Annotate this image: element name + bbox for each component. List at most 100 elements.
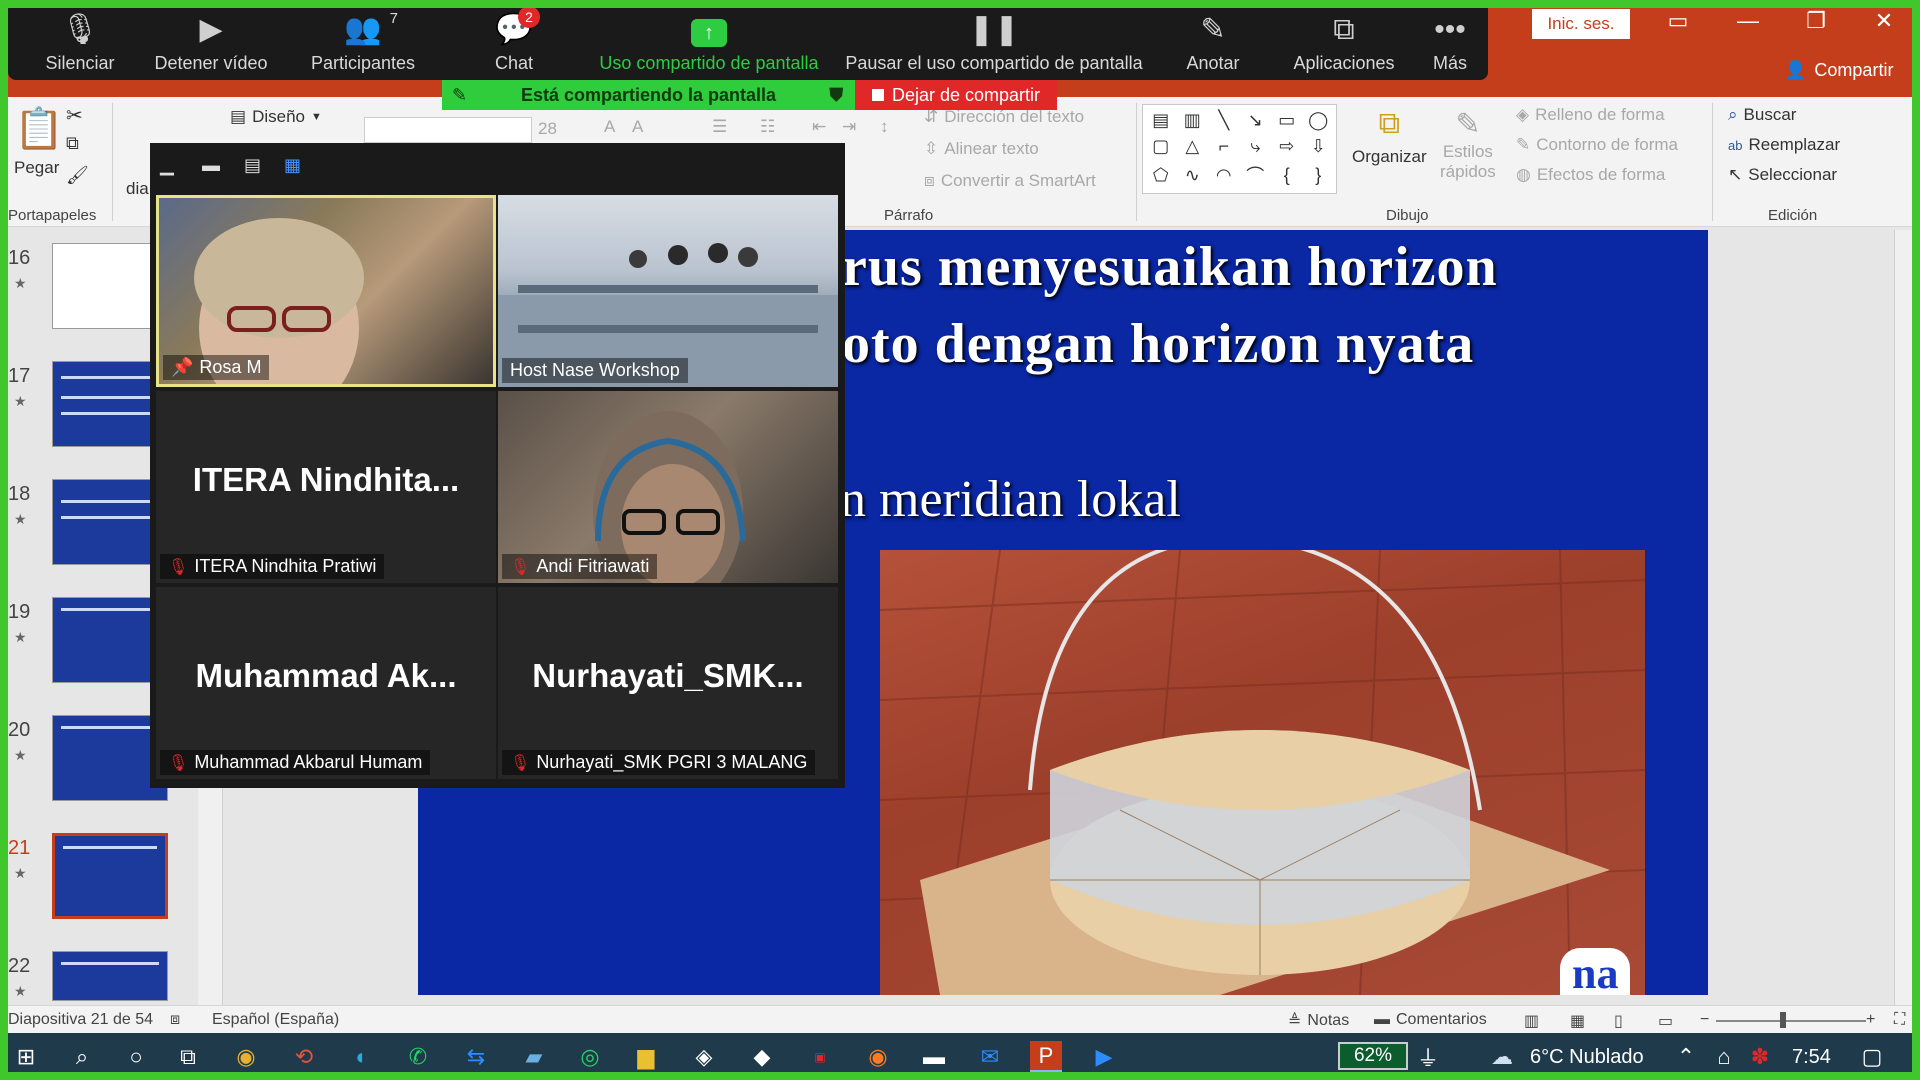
firefox-icon[interactable]: ◉ (862, 1041, 894, 1073)
down-arrow-icon[interactable]: ⇩ (1304, 134, 1334, 158)
app-icon-2[interactable]: ◈ (688, 1041, 720, 1073)
shape-effects-dropdown[interactable]: ◍ Efectos de forma (1516, 165, 1665, 185)
select-button[interactable]: ↖ Seleccionar (1728, 165, 1837, 185)
rounded-rect-icon[interactable]: ▢ (1146, 134, 1176, 158)
camera-icon[interactable]: ⌂ (1708, 1041, 1740, 1073)
ribbon-display-icon[interactable]: ▭ (1658, 8, 1698, 34)
clock[interactable]: 7:54 (1792, 1046, 1831, 1069)
gallery-view-icon[interactable]: ▦ (284, 155, 308, 175)
arc-icon[interactable]: ◠ (1209, 161, 1239, 190)
triangle-icon[interactable]: △ (1178, 134, 1208, 158)
textbox-icon[interactable]: ▤ (1146, 108, 1176, 132)
format-painter-icon[interactable]: 🖌 (66, 165, 89, 186)
pdf-converter-icon[interactable]: ▣ (804, 1041, 836, 1073)
speaker-view-icon[interactable]: ▤ (244, 155, 268, 175)
vertical-textbox-icon[interactable]: ▥ (1178, 108, 1208, 132)
teamviewer-icon[interactable]: ⇆ (460, 1041, 492, 1073)
shapes-gallery[interactable]: ▤ ▥ ╲ ↘ ▭ ◯ ▢ △ ⌐ ⤷ ⇨ ⇩ ⬠ ∿ ◠ ⌒ { } (1142, 104, 1337, 194)
pause-share-button[interactable]: ❚❚ Pausar el uso compartido de pantalla (834, 0, 1154, 80)
video-tile[interactable]: Nurhayati_SMK... 🎙 Nurhayati_SMK PGRI 3 … (498, 587, 838, 779)
whatsapp-icon[interactable]: ✆ (402, 1041, 434, 1073)
sign-in-button[interactable]: Inic. ses. (1532, 9, 1630, 39)
copy-icon[interactable]: ⧉ (66, 133, 79, 154)
weather-text[interactable]: 6°C Nublado (1530, 1046, 1644, 1069)
spell-check-icon[interactable]: ⧈ (170, 1011, 180, 1029)
minimize-icon[interactable]: — (1728, 8, 1768, 34)
bullets-icon[interactable]: ☰ (712, 117, 727, 137)
outlook-icon[interactable]: ✉ (974, 1041, 1006, 1073)
right-arrow-icon[interactable]: ⇨ (1272, 134, 1302, 158)
cortana-icon[interactable]: ○ (120, 1041, 152, 1073)
convert-smartart-dropdown[interactable]: ⧈ Convertir a SmartArt (924, 171, 1096, 191)
app-icon[interactable]: ⟲ (288, 1041, 320, 1073)
powerpoint-icon[interactable]: P (1030, 1041, 1062, 1073)
zoom-slider-thumb[interactable] (1780, 1012, 1786, 1028)
app-icon-4[interactable]: ▬ (918, 1041, 950, 1073)
decrease-indent-icon[interactable]: ⇤ (812, 117, 826, 137)
align-text-dropdown[interactable]: ⇳ Alinear texto (924, 139, 1039, 159)
normal-view-icon[interactable]: ▥ (1524, 1011, 1539, 1031)
grow-font-icon[interactable]: A (604, 117, 615, 137)
video-tile[interactable]: Host Nase Workshop (498, 195, 838, 387)
restore-icon[interactable]: ❐ (1796, 8, 1836, 34)
share-screen-button[interactable]: ↑ Uso compartido de pantalla (586, 0, 832, 80)
app-icon-3[interactable]: ◆ (746, 1041, 778, 1073)
stop-video-button[interactable]: ▶ Detener vídeo (144, 0, 278, 80)
shrink-font-icon[interactable]: A (632, 117, 643, 137)
comments-button[interactable]: ▬ Comentarios (1374, 1011, 1487, 1029)
find-button[interactable]: ⌕ Buscar (1728, 105, 1796, 125)
fit-slide-icon[interactable]: ⛶ (1894, 1011, 1905, 1029)
mute-button[interactable]: 🎙 Silenciar (34, 0, 126, 80)
annotate-button[interactable]: ✎ Anotar (1178, 0, 1248, 80)
edge-icon[interactable]: ◐ (346, 1041, 378, 1073)
arrow-line-icon[interactable]: ↘ (1241, 108, 1271, 132)
participants-button[interactable]: 👥 7 Participantes (298, 0, 428, 80)
font-name-input[interactable] (364, 117, 532, 143)
chat-button[interactable]: 💬 2 Chat (484, 0, 544, 80)
chrome-icon[interactable]: ◉ (230, 1041, 262, 1073)
battery-indicator[interactable]: 62% (1338, 1042, 1408, 1070)
font-size-input[interactable]: 28 (538, 119, 557, 139)
cut-icon[interactable]: ✂ (66, 103, 83, 128)
design-dropdown[interactable]: ▤ Diseño ▼ (230, 107, 322, 127)
curve-icon[interactable]: ⌒ (1241, 161, 1271, 190)
oval-icon[interactable]: ◯ (1304, 108, 1334, 132)
elbow-icon[interactable]: ⤷ (1241, 134, 1271, 158)
single-video-icon[interactable]: ▬ (202, 155, 226, 175)
text-direction-dropdown[interactable]: ⇵ Dirección del texto (924, 107, 1084, 127)
video-tile[interactable]: Muhammad Ak... 🎙 Muhammad Akbarul Humam (156, 587, 496, 779)
rectangle-icon[interactable]: ▭ (1272, 108, 1302, 132)
scribble-icon[interactable]: ∿ (1178, 161, 1208, 190)
slide-sorter-icon[interactable]: ▦ (1570, 1011, 1585, 1031)
file-explorer-icon[interactable]: ▆ (630, 1041, 662, 1073)
numbering-icon[interactable]: ☷ (760, 117, 775, 137)
paste-button[interactable]: 📋 Pegar (14, 105, 64, 178)
line-spacing-icon[interactable]: ↕ (880, 117, 889, 137)
left-brace-icon[interactable]: { (1272, 161, 1302, 190)
slideshow-icon[interactable]: ▭ (1658, 1011, 1673, 1031)
notification-app-icon[interactable]: ✽ (1744, 1041, 1776, 1073)
freeform-icon[interactable]: ⬠ (1146, 161, 1176, 190)
zoom-out-icon[interactable]: − (1700, 1011, 1709, 1029)
video-tile[interactable]: 🎙 Andi Fitriawati (498, 391, 838, 583)
quick-styles-button[interactable]: ✎ Estilos rápidos (1440, 107, 1496, 182)
increase-indent-icon[interactable]: ⇥ (842, 117, 856, 137)
slide-thumbnail-selected[interactable]: 21 ★ (8, 833, 223, 933)
stop-sharing-button[interactable]: Dejar de compartir (855, 80, 1057, 110)
task-view-icon[interactable]: ⧉ (172, 1041, 204, 1073)
video-tile[interactable]: 📌 Rosa M (156, 195, 496, 387)
shape-fill-dropdown[interactable]: ◈ Relleno de forma (1516, 105, 1665, 125)
zoom-icon[interactable]: ▶ (1088, 1041, 1120, 1073)
more-button[interactable]: ••• Más (1428, 0, 1472, 80)
action-center-icon[interactable]: ▢ (1856, 1041, 1888, 1073)
share-button[interactable]: 👤 Compartir (1784, 60, 1893, 81)
search-icon[interactable]: ⌕ (66, 1041, 98, 1073)
zoom-in-icon[interactable]: + (1866, 1011, 1875, 1029)
windows-start-icon[interactable]: ⊞ (10, 1041, 42, 1073)
whatsapp-desktop-icon[interactable]: ◎ (574, 1041, 606, 1073)
arrange-button[interactable]: ⧉ Organizar (1352, 107, 1427, 167)
replace-button[interactable]: ab Reemplazar (1728, 135, 1840, 155)
close-icon[interactable]: ✕ (1864, 8, 1904, 34)
slide-scrollbar[interactable] (1894, 230, 1914, 1005)
line-icon[interactable]: ╲ (1209, 108, 1239, 132)
